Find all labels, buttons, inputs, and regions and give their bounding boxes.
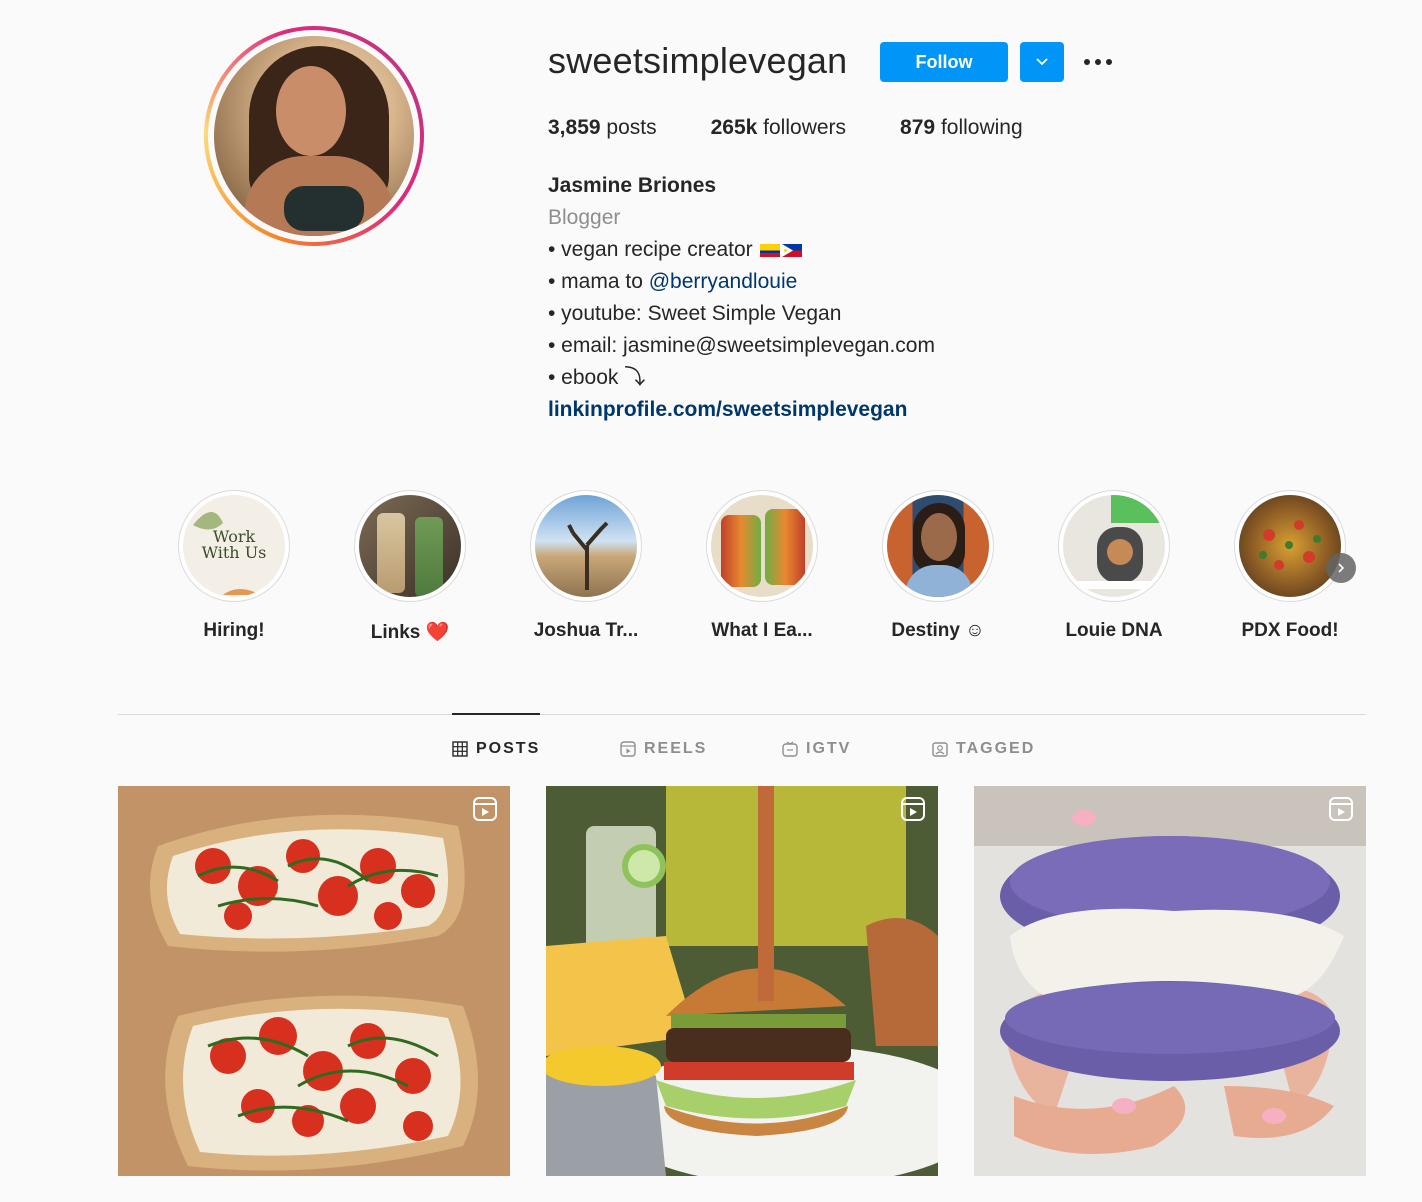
highlight-destiny[interactable]: Destiny ☺ [882,490,994,642]
bio-line-text: • ebook [548,366,619,389]
follow-button[interactable]: Follow [880,42,1008,82]
chevron-down-icon [1036,58,1048,66]
tab-posts[interactable]: POSTS [452,740,540,758]
bio-category: Blogger [548,206,621,229]
ecuador-flag-icon [760,244,781,257]
tab-reels[interactable]: REELS [620,740,707,758]
highlight-louie-dna[interactable]: Louie DNA [1058,490,1170,642]
post-thumbnail[interactable] [546,786,938,1176]
following-count: 879 [900,116,936,139]
chevron-right-icon [1338,563,1345,573]
followers-count: 265k [710,116,758,139]
highlight-joshua-tree[interactable]: Joshua Tr... [530,490,642,642]
highlight-label: Joshua Tr... [533,620,639,641]
highlight-hiring[interactable]: Work With Us Hiring! [178,490,290,642]
philippines-flag-icon [782,244,803,257]
highlight-cover-text: With Us [201,543,267,562]
followers-label: followers [763,116,847,139]
highlights-next-button[interactable] [1326,553,1356,583]
post-image [974,786,1366,1176]
following-stat[interactable]: 879 following [900,116,1023,140]
profile-bio: Jasmine Briones Blogger • vegan recipe c… [548,170,935,426]
post-image [546,786,938,1176]
bio-mention-link[interactable]: @berryandlouie [649,270,798,293]
highlight-label: What I Ea... [711,620,813,641]
bio-external-link[interactable]: linkinprofile.com/sweetsimplevegan [548,394,935,426]
posts-label: posts [606,116,657,139]
more-options-button[interactable] [1080,48,1116,76]
profile-stats: 3,859 posts 265k followers 879 following [548,116,1077,140]
tab-igtv[interactable]: IGTV [782,740,851,758]
bio-line: • ebook ⤵ [548,362,935,394]
tab-label: IGTV [806,740,852,757]
avatar-photo [214,36,414,236]
highlight-links[interactable]: Links ❤️ [354,490,466,644]
profile-avatar[interactable] [204,26,424,246]
profile-username: sweetsimplevegan [548,40,848,81]
reels-icon [620,741,636,757]
post-thumbnail[interactable] [118,786,510,1176]
arrow-down-icon: ⤵ [624,366,646,389]
tab-label: POSTS [476,740,541,757]
bio-line: • mama to @berryandlouie [548,266,935,298]
bio-line: • email: jasmine@sweetsimplevegan.com [548,334,935,357]
highlight-label: Louie DNA [1065,620,1163,641]
posts-count: 3,859 [548,116,601,139]
story-highlights: Work With Us Hiring! Links ❤️ Joshua Tr.… [178,490,1368,650]
highlight-cover [359,495,461,597]
highlight-label: PDX Food! [1241,620,1339,641]
bio-name: Jasmine Briones [548,174,717,197]
reel-indicator-icon [1329,797,1353,821]
highlight-cover: Work With Us [183,495,285,597]
bio-line-text: • vegan recipe creator [548,238,753,261]
highlight-what-i-eat[interactable]: What I Ea... [706,490,818,642]
more-dots-icon [1084,59,1112,65]
active-tab-indicator [452,713,540,715]
post-thumbnail[interactable] [974,786,1366,1176]
highlight-cover [711,495,813,597]
highlight-cover [1063,495,1165,597]
bio-line: • youtube: Sweet Simple Vegan [548,302,842,325]
followers-stat[interactable]: 265k followers [711,116,846,140]
bio-line: • vegan recipe creator [548,234,935,266]
highlight-label: Hiring! [203,620,265,641]
highlight-cover [535,495,637,597]
tab-label: TAGGED [956,740,1036,757]
highlight-cover [1239,495,1341,597]
igtv-icon [782,741,798,757]
posts-stat: 3,859 posts [548,116,657,140]
grid-icon [452,741,468,757]
highlight-label: Links ❤️ [370,622,450,643]
highlight-cover [887,495,989,597]
suggested-dropdown-button[interactable] [1020,42,1064,82]
post-image [118,786,510,1176]
bio-line-text: • mama to [548,270,649,293]
tabs-divider [118,714,1366,715]
following-label: following [940,116,1023,139]
tab-tagged[interactable]: TAGGED [932,740,1035,758]
tagged-icon [932,742,948,757]
highlight-label: Destiny ☺ [891,620,985,641]
reel-indicator-icon [901,797,925,821]
tab-label: REELS [644,740,708,757]
reel-indicator-icon [473,797,497,821]
